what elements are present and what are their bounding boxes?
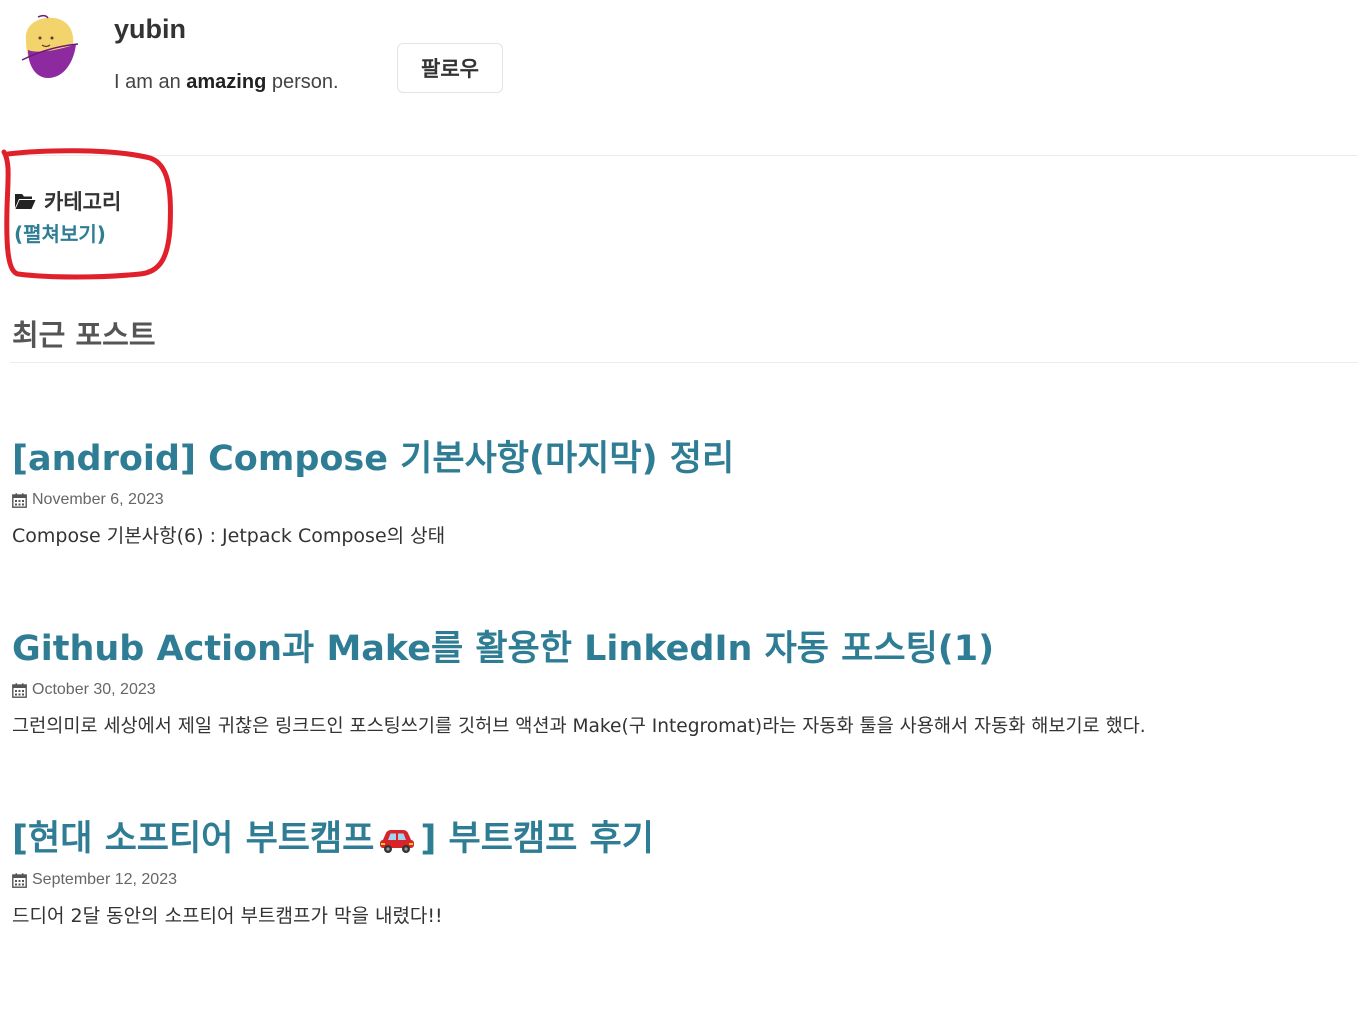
post-title-suffix: ] 부트캠프 후기 [420, 819, 654, 859]
author-profile: yubin I am an amazing person. 팔로우 [0, 0, 1369, 156]
post-date: September 12, 2023 [32, 871, 177, 888]
post-title-prefix: [현대 소프티어 부트캠프 [12, 819, 375, 859]
post-date: November 6, 2023 [32, 491, 164, 508]
profile-divider [10, 155, 1358, 156]
post-meta: November 6, 2023 [12, 489, 164, 511]
bio-emphasis: amazing [186, 71, 267, 93]
calendar-icon [12, 682, 27, 698]
recent-divider [10, 362, 1358, 363]
bio-prefix: I am an [114, 71, 187, 93]
calendar-icon [12, 492, 27, 508]
recent-posts-title: 최근 포스트 [12, 318, 156, 352]
profile-name: yubin [114, 14, 186, 44]
folder-open-icon [15, 194, 36, 209]
avatar[interactable] [18, 14, 80, 82]
post-title-link[interactable]: [현대 소프티어 부트캠프 ] 부트캠프 후기 [12, 817, 1362, 861]
post-title-link[interactable]: [android] Compose 기본사항(마지막) 정리 [12, 437, 1362, 481]
post-date: October 30, 2023 [32, 681, 156, 698]
post-item: [현대 소프티어 부트캠프 ] 부트캠프 후기 September 12, 20… [12, 817, 1362, 927]
post-excerpt: 그런의미로 세상에서 제일 귀찮은 링크드인 포스팅쓰기를 깃허브 액션과 Ma… [12, 716, 1146, 737]
post-excerpt: Compose 기본사항(6) : Jetpack Compose의 상태 [12, 525, 446, 547]
post-excerpt: 드디어 2달 동안의 소프티어 부트캠프가 막을 내렸다!! [12, 905, 443, 927]
category-section: 카테고리 (펼쳐보기) [14, 184, 174, 254]
bio-suffix: person. [266, 71, 339, 93]
category-title: 카테고리 [44, 190, 122, 214]
profile-bio: I am an amazing person. [114, 71, 339, 94]
car-icon [380, 830, 415, 853]
post-item: [android] Compose 기본사항(마지막) 정리 November … [12, 437, 1362, 547]
category-expand-link[interactable]: (펼쳐보기) [14, 218, 106, 247]
post-title-link[interactable]: Github Action과 Make를 활용한 LinkedIn 자동 포스팅… [12, 627, 1362, 671]
follow-button[interactable]: 팔로우 [397, 43, 503, 93]
post-item: Github Action과 Make를 활용한 LinkedIn 자동 포스팅… [12, 627, 1362, 737]
post-meta: September 12, 2023 [12, 869, 177, 891]
post-meta: October 30, 2023 [12, 679, 156, 701]
calendar-icon [12, 872, 27, 888]
